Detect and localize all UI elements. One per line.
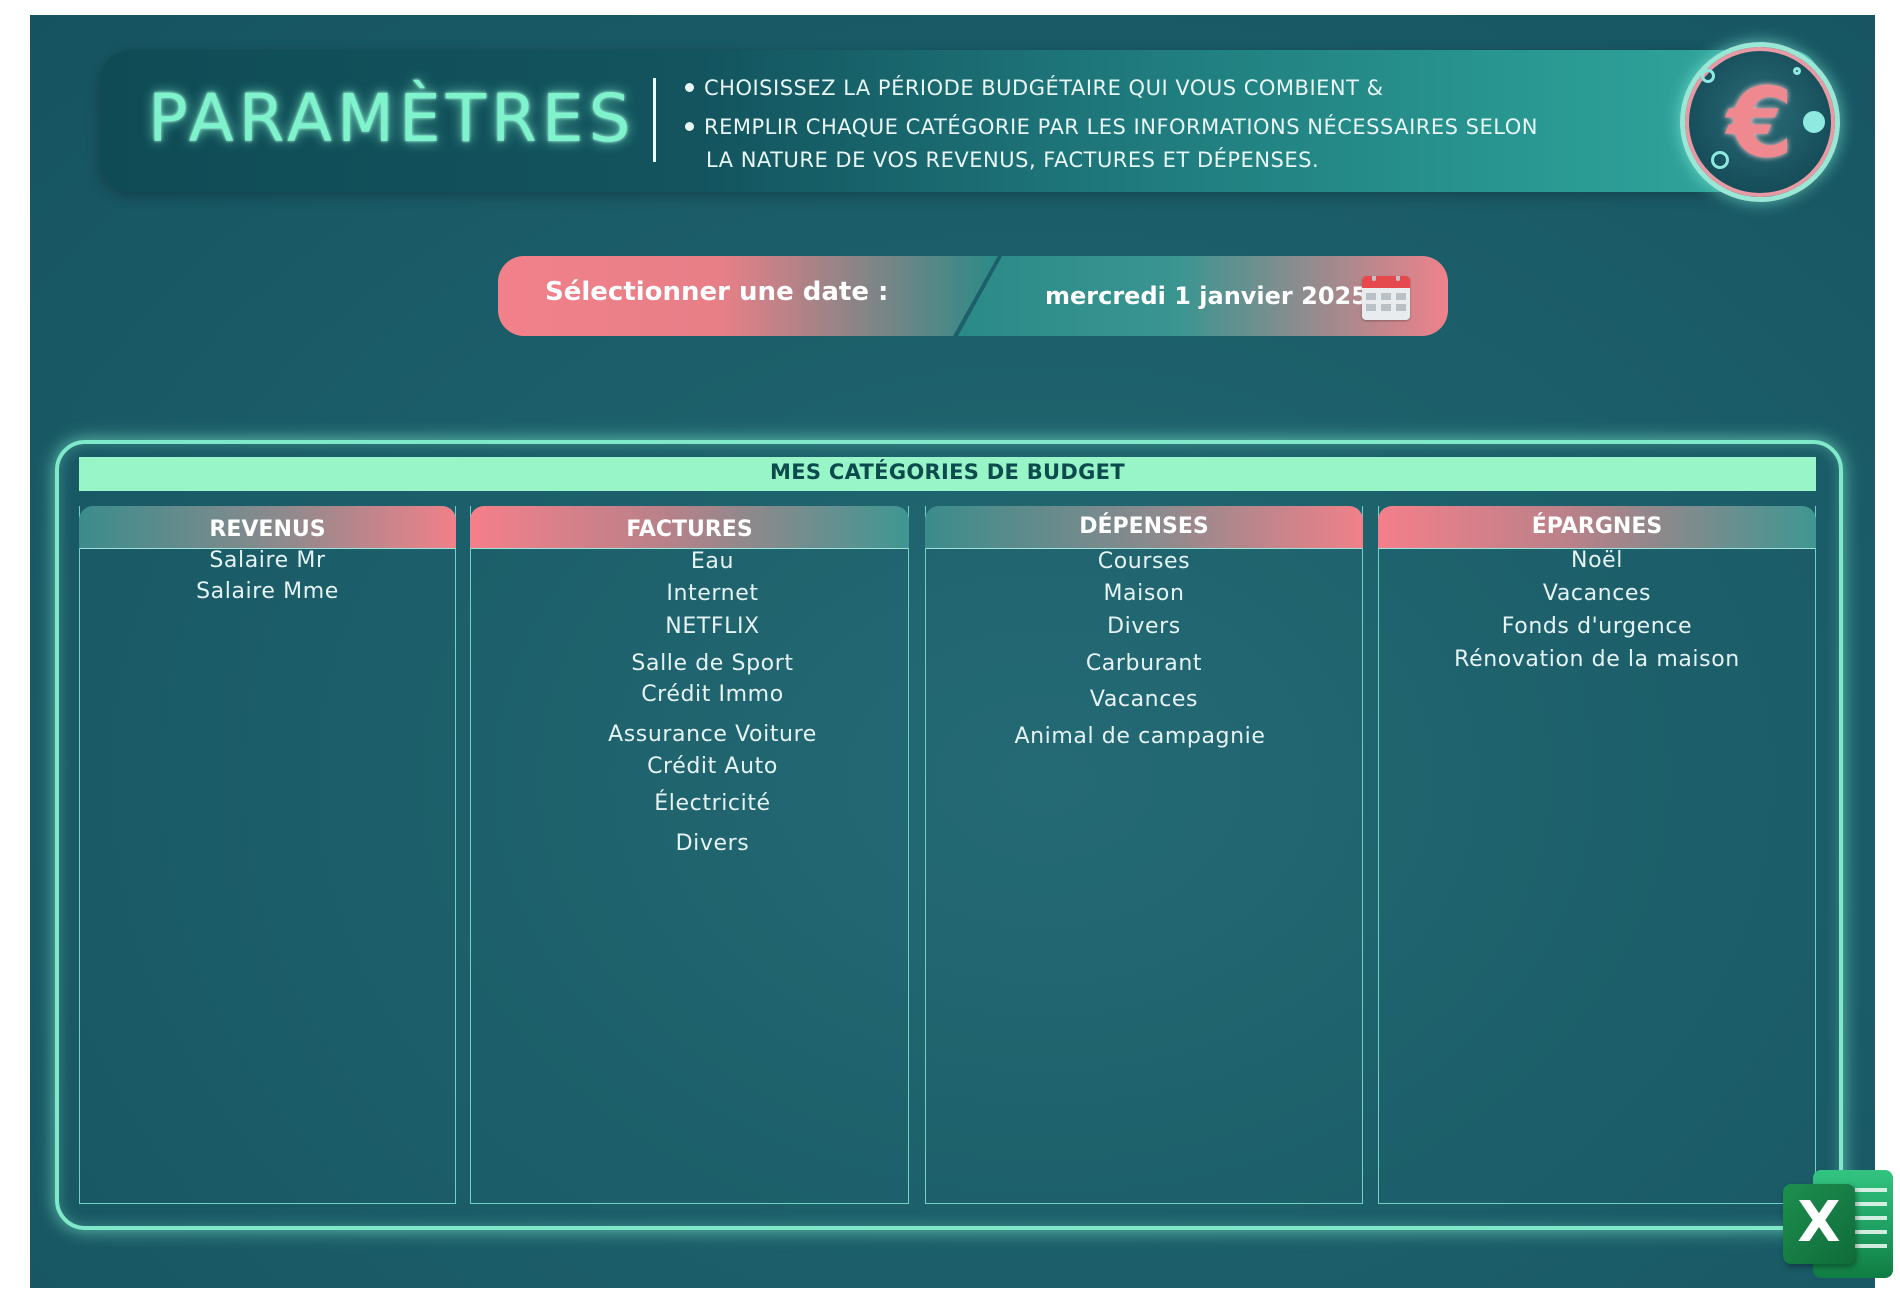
euro-icon: € [1680, 42, 1840, 202]
column-factures: FACTURES Eau Internet NETFLIX Salle de S… [470, 506, 909, 1204]
category-item[interactable]: Internet [517, 581, 908, 606]
category-item[interactable]: Vacances [1379, 581, 1815, 606]
bubble-icon [1793, 67, 1801, 75]
column-header-revenus: REVENUS [79, 506, 456, 548]
instruction-2: REMPLIR CHAQUE CATÉGORIE PAR LES INFORMA… [685, 115, 1685, 139]
category-item[interactable]: Salaire Mr [80, 548, 455, 573]
column-epargnes: ÉPARGNES Noël Vacances Fonds d'urgence R… [1378, 506, 1816, 1204]
category-item[interactable]: Animal de campagnie [926, 724, 1354, 749]
bullet-icon [685, 82, 694, 92]
category-item[interactable]: Assurance Voiture [517, 722, 908, 747]
category-item[interactable]: Fonds d'urgence [1379, 614, 1815, 639]
bullet-icon [685, 121, 694, 131]
category-item[interactable]: Maison [926, 581, 1362, 606]
column-header-depenses: DÉPENSES [925, 506, 1363, 548]
date-value[interactable]: mercredi 1 janvier 2025 [1045, 282, 1368, 310]
excel-icon[interactable]: X [1773, 1152, 1895, 1294]
category-item[interactable]: Noël [1379, 548, 1815, 573]
instruction-1-text: CHOISISSEZ LA PÉRIODE BUDGÉTAIRE QUI VOU… [704, 76, 1384, 100]
page-title: PARAMÈTRES [148, 80, 636, 157]
category-item[interactable]: Électricité [517, 791, 908, 816]
date-label: Sélectionner une date : [545, 277, 889, 307]
categories-title: MES CATÉGORIES DE BUDGET [770, 460, 1125, 484]
instruction-2-text-line2: LA NATURE DE VOS REVENUS, FACTURES ET DÉ… [706, 148, 1320, 172]
category-item[interactable]: Vacances [926, 687, 1362, 712]
category-item[interactable]: Rénovation de la maison [1379, 647, 1815, 672]
bubble-icon [1711, 151, 1729, 169]
column-header-epargnes: ÉPARGNES [1378, 506, 1816, 548]
category-item[interactable]: Divers [517, 831, 908, 856]
category-item[interactable]: Eau [517, 549, 908, 574]
instruction-1: CHOISISSEZ LA PÉRIODE BUDGÉTAIRE QUI VOU… [685, 76, 1685, 100]
category-item[interactable]: Divers [926, 614, 1362, 639]
category-item[interactable]: Salaire Mme [80, 579, 455, 604]
column-depenses: DÉPENSES Courses Maison Divers Carburant… [925, 506, 1363, 1204]
category-item[interactable]: NETFLIX [517, 614, 908, 639]
category-item[interactable]: Carburant [926, 651, 1362, 676]
column-revenus: REVENUS Salaire Mr Salaire Mme [79, 506, 456, 1204]
bubble-icon [1701, 69, 1715, 83]
instruction-2-text-line1: REMPLIR CHAQUE CATÉGORIE PAR LES INFORMA… [704, 115, 1538, 139]
excel-letter: X [1797, 1190, 1841, 1255]
category-item[interactable]: Crédit Auto [517, 754, 908, 779]
column-header-factures: FACTURES [470, 506, 909, 548]
category-item[interactable]: Crédit Immo [517, 682, 908, 707]
category-item[interactable]: Salle de Sport [517, 651, 908, 676]
calendar-icon[interactable] [1362, 276, 1410, 320]
header-divider [653, 78, 656, 162]
bubble-icon [1803, 111, 1825, 133]
category-item[interactable]: Courses [926, 549, 1362, 574]
